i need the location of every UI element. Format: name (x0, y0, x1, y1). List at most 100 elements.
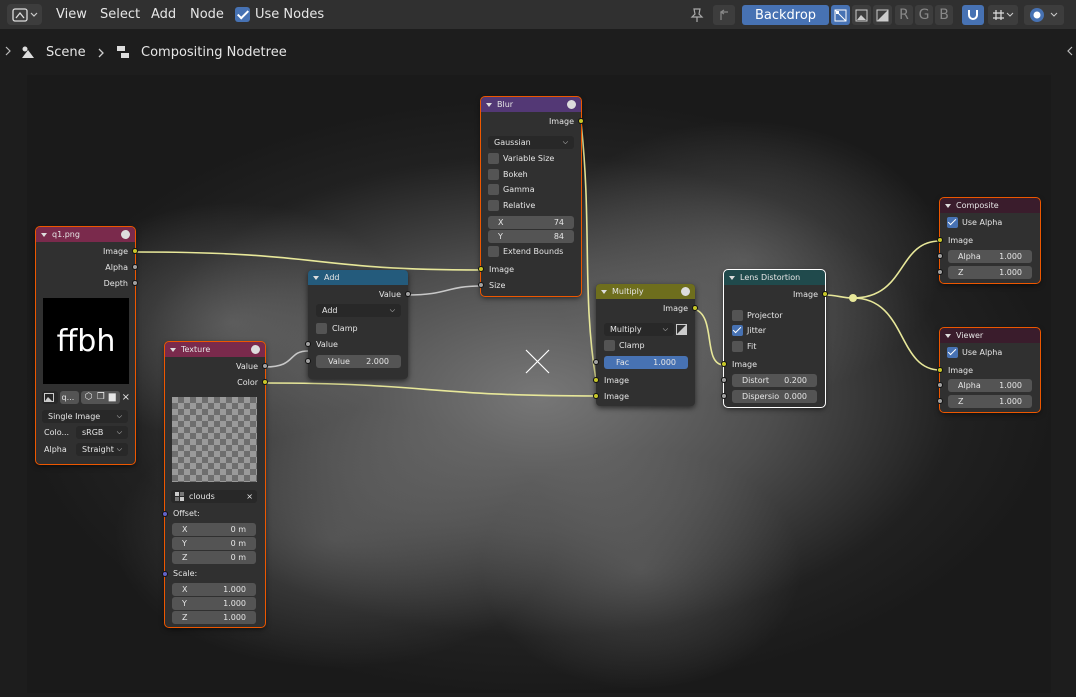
z-field[interactable]: Z 1.000 (948, 395, 1032, 408)
dispersion-field[interactable]: Dispersio 0.000 (732, 390, 817, 403)
z-field[interactable]: Z 1.000 (948, 266, 1032, 279)
fit-checkbox[interactable] (732, 341, 743, 352)
input-socket-image-2[interactable] (593, 393, 599, 399)
value-field[interactable]: Value 2.000 (316, 355, 401, 368)
collapse-icon[interactable] (170, 347, 176, 352)
offset-x-field[interactable]: X 0 m (172, 523, 256, 536)
reroute-node[interactable] (849, 294, 857, 302)
input-socket-image-1[interactable] (593, 377, 599, 383)
output-socket-alpha[interactable] (132, 264, 138, 270)
channel-r-button[interactable]: R (895, 5, 913, 25)
relative-checkbox[interactable] (488, 200, 499, 211)
offset-y-field[interactable]: Y 0 m (172, 537, 256, 550)
multiply-node[interactable]: Multiply Image Multiply ⌵ Clamp Fac 1.000 … (593, 284, 698, 406)
input-socket-image[interactable] (937, 367, 943, 373)
input-socket-fac[interactable] (593, 359, 599, 365)
add-node[interactable]: Add Value Add ⌵ Clamp Value Value 2.000 (305, 270, 411, 379)
gamma-checkbox[interactable] (488, 184, 499, 195)
use-nodes-checkbox[interactable] (235, 7, 250, 22)
preview-toggle-icon[interactable] (681, 287, 690, 296)
menu-view[interactable]: View (56, 0, 87, 29)
node-header[interactable]: Multiply (596, 284, 695, 299)
use-alpha-row[interactable]: Use Alpha (940, 345, 1040, 360)
colorspace-dropdown[interactable]: sRGB ⌵ (76, 426, 128, 439)
node-header[interactable]: Add (308, 270, 408, 285)
image-browse-button[interactable] (42, 390, 58, 404)
texture-datablock-field[interactable]: clouds × (171, 490, 257, 503)
preview-toggle-icon[interactable] (251, 345, 260, 354)
backdrop-color-button[interactable] (852, 5, 871, 25)
backdrop-toggle[interactable]: Backdrop (742, 5, 829, 25)
output-socket-value[interactable] (262, 363, 268, 369)
clamp-row[interactable]: Clamp (596, 338, 695, 353)
menu-add[interactable]: Add (151, 0, 176, 29)
image-node[interactable]: q1.png Image Alpha Depth ffbh q... ⬡ ❐ ▆ ×… (35, 226, 138, 465)
clamp-checkbox[interactable] (604, 340, 615, 351)
close-icon[interactable]: × (122, 392, 130, 403)
operation-dropdown[interactable]: Add ⌵ (316, 304, 401, 317)
alpha-field[interactable]: Alpha 1.000 (948, 379, 1032, 392)
output-socket-image[interactable] (692, 305, 698, 311)
input-socket-offset[interactable] (162, 511, 168, 517)
input-socket-scale[interactable] (162, 571, 168, 577)
input-socket-distort[interactable] (721, 377, 727, 383)
use-nodes-toggle[interactable]: Use Nodes (235, 0, 324, 29)
input-socket-image[interactable] (478, 266, 484, 272)
distort-field[interactable]: Distort 0.200 (732, 374, 817, 387)
use-alpha-checkbox[interactable] (947, 347, 958, 358)
collapse-icon[interactable] (41, 232, 47, 237)
fit-row[interactable]: Fit (724, 339, 825, 354)
pin-icon[interactable] (690, 7, 704, 23)
input-socket-value-1[interactable] (305, 341, 311, 347)
backdrop-color-alpha-button[interactable] (831, 5, 850, 25)
use-alpha-row[interactable]: Use Alpha (940, 215, 1040, 230)
use-alpha-toggle[interactable] (676, 324, 687, 335)
input-socket-size[interactable] (478, 282, 484, 288)
size-y-field[interactable]: Y 84 (488, 230, 574, 243)
node-header[interactable]: q1.png (36, 227, 135, 242)
snap-mode-dropdown[interactable] (988, 5, 1018, 25)
jitter-checkbox[interactable] (732, 325, 743, 336)
lens-distortion-node[interactable]: Lens Distortion Image Projector Jitter F… (721, 269, 828, 408)
close-icon[interactable]: × (246, 492, 253, 501)
node-header[interactable]: Texture (165, 342, 265, 357)
scale-y-field[interactable]: Y 1.000 (172, 597, 256, 610)
output-socket-image[interactable] (132, 248, 138, 254)
scale-z-field[interactable]: Z 1.000 (172, 611, 256, 624)
shield-icon[interactable]: ⬡ (85, 392, 93, 402)
input-socket-alpha[interactable] (937, 253, 943, 259)
node-canvas[interactable]: q1.png Image Alpha Depth ffbh q... ⬡ ❐ ▆ ×… (27, 75, 1051, 693)
relative-row[interactable]: Relative (481, 198, 581, 213)
alpha-mode-dropdown[interactable]: Straight ⌵ (76, 443, 128, 456)
use-alpha-checkbox[interactable] (947, 217, 958, 228)
size-x-field[interactable]: X 74 (488, 216, 574, 229)
channel-b-button[interactable]: B (935, 5, 953, 25)
filter-type-dropdown[interactable]: Gaussian ⌵ (488, 136, 574, 149)
projector-row[interactable]: Projector (724, 308, 825, 323)
variable-size-checkbox[interactable] (488, 153, 499, 164)
source-dropdown[interactable]: Single Image ⌵ (42, 410, 128, 423)
viewer-node[interactable]: Viewer Use Alpha Image Alpha 1.000 Z 1.000 (937, 327, 1041, 413)
output-socket-depth[interactable] (132, 280, 138, 286)
gamma-row[interactable]: Gamma (481, 182, 581, 197)
parent-tree-button[interactable] (713, 5, 735, 25)
node-header[interactable]: Viewer (940, 328, 1040, 343)
fac-slider[interactable]: Fac 1.000 (604, 356, 688, 369)
scale-x-field[interactable]: X 1.000 (172, 583, 256, 596)
input-socket-z[interactable] (937, 269, 943, 275)
clamp-row[interactable]: Clamp (308, 321, 408, 336)
extend-bounds-row[interactable]: Extend Bounds (481, 244, 581, 259)
collapse-icon[interactable] (486, 102, 492, 107)
snap-toggle[interactable] (962, 5, 984, 25)
output-socket-value[interactable] (405, 291, 411, 297)
offset-z-field[interactable]: Z 0 m (172, 551, 256, 564)
collapse-icon[interactable] (945, 333, 951, 338)
texture-node[interactable]: Texture Value Color clouds × Offset: X 0 … (162, 341, 268, 628)
input-socket-image[interactable] (721, 361, 727, 367)
clamp-checkbox[interactable] (316, 323, 327, 334)
node-header[interactable]: Blur (481, 97, 581, 112)
node-header[interactable]: Lens Distortion (724, 270, 825, 285)
projector-checkbox[interactable] (732, 310, 743, 321)
input-socket-value-2[interactable] (305, 358, 311, 364)
preview-toggle-icon[interactable] (121, 230, 130, 239)
